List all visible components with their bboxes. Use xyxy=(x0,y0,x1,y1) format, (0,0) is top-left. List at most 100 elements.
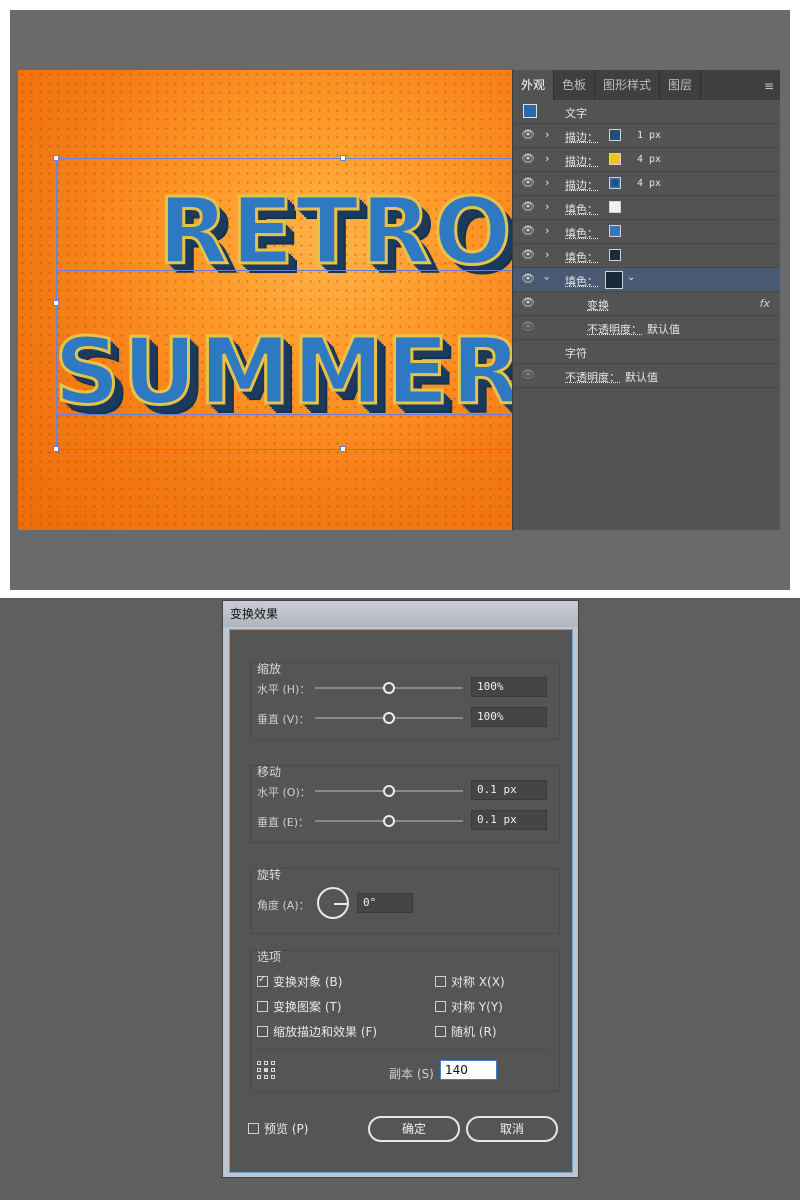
characters-label[interactable]: 字符 xyxy=(565,345,587,361)
stroke-swatch[interactable] xyxy=(609,153,621,165)
scale-vertical-slider[interactable] xyxy=(315,712,463,724)
appearance-row-stroke[interactable]: 👁 › 描边： 1 px xyxy=(513,124,780,148)
dialog-title[interactable]: 变换效果 xyxy=(223,601,578,627)
appearance-row-fill-selected[interactable]: 👁 › 填色： ⌄ xyxy=(513,268,780,292)
stroke-swatch[interactable] xyxy=(609,129,621,141)
random-checkbox[interactable]: 随机 (R) xyxy=(435,1023,497,1040)
move-vertical-slider[interactable] xyxy=(315,815,463,827)
slider-knob[interactable] xyxy=(383,815,395,827)
angle-dial-icon[interactable] xyxy=(317,887,349,919)
move-horizontal-input[interactable]: 0.1 px xyxy=(471,780,547,800)
fill-label[interactable]: 填色： xyxy=(565,273,598,289)
visibility-eye-icon[interactable]: 👁 xyxy=(521,201,535,213)
resize-handle[interactable] xyxy=(340,446,346,452)
stroke-weight[interactable]: 4 px xyxy=(637,154,661,165)
angle-input[interactable]: 0° xyxy=(357,893,413,913)
transform-objects-checkbox[interactable]: 变换对象 (B) xyxy=(257,973,342,990)
reflect-x-checkbox[interactable]: 对称 X(X) xyxy=(435,973,505,990)
scale-strokes-checkbox[interactable]: 缩放描边和效果 (F) xyxy=(257,1023,377,1040)
opacity-label[interactable]: 不透明度： xyxy=(587,321,642,337)
reflect-y-checkbox[interactable]: 对称 Y(Y) xyxy=(435,998,503,1015)
appearance-row-characters[interactable]: 字符 xyxy=(513,340,780,364)
tab-swatches[interactable]: 色板 xyxy=(554,70,596,100)
expand-chevron-icon[interactable]: › xyxy=(545,200,549,213)
tab-layers[interactable]: 图层 xyxy=(660,70,702,100)
visibility-eye-icon[interactable]: 👁 xyxy=(521,369,535,381)
transform-effect-label[interactable]: 变换 xyxy=(587,297,609,313)
stroke-label[interactable]: 描边： xyxy=(565,177,598,193)
appearance-row-fill[interactable]: 👁 › 填色： xyxy=(513,244,780,268)
appearance-row-fill[interactable]: 👁 › 填色： xyxy=(513,220,780,244)
slider-knob[interactable] xyxy=(383,712,395,724)
collapse-chevron-icon[interactable]: › xyxy=(541,276,554,280)
copies-input[interactable]: 140 xyxy=(440,1060,497,1080)
preview-checkbox[interactable]: 预览 (P) xyxy=(248,1120,308,1137)
fx-icon[interactable]: fx xyxy=(760,297,770,310)
cancel-button[interactable]: 取消 xyxy=(466,1116,558,1142)
move-vertical-input[interactable]: 0.1 px xyxy=(471,810,547,830)
visibility-eye-icon[interactable]: 👁 xyxy=(521,249,535,261)
resize-handle[interactable] xyxy=(53,300,59,306)
expand-chevron-icon[interactable]: › xyxy=(545,176,549,189)
tab-graphic-styles[interactable]: 图形样式 xyxy=(595,70,661,100)
resize-handle[interactable] xyxy=(53,446,59,452)
checkbox-box[interactable] xyxy=(435,1026,446,1037)
appearance-row-opacity[interactable]: 👁 不透明度： 默认值 xyxy=(513,364,780,388)
stroke-label[interactable]: 描边： xyxy=(565,153,598,169)
opacity-label[interactable]: 不透明度： xyxy=(565,369,620,385)
expand-chevron-icon[interactable]: › xyxy=(545,152,549,165)
transform-effect-dialog: 变换效果 缩放 水平 (H)： 100% 垂直 (V)： 100% 移动 水平 … xyxy=(222,600,579,1178)
slider-knob[interactable] xyxy=(383,785,395,797)
tab-appearance[interactable]: 外观 xyxy=(513,70,555,100)
appearance-row-transform-effect[interactable]: 👁 变换 fx xyxy=(513,292,780,316)
swatch-dropdown-icon[interactable]: ⌄ xyxy=(627,272,635,283)
panel-menu-icon[interactable]: ≡ xyxy=(764,79,774,93)
expand-chevron-icon[interactable]: › xyxy=(545,248,549,261)
checkbox-box[interactable] xyxy=(435,1001,446,1012)
appearance-header-row[interactable]: 文字 xyxy=(513,100,780,124)
scale-horizontal-slider[interactable] xyxy=(315,682,463,694)
stroke-weight[interactable]: 4 px xyxy=(637,178,661,189)
visibility-eye-icon[interactable]: 👁 xyxy=(521,297,535,309)
appearance-row-opacity[interactable]: 👁 不透明度： 默认值 xyxy=(513,316,780,340)
expand-chevron-icon[interactable]: › xyxy=(545,128,549,141)
appearance-row-stroke[interactable]: 👁 › 描边： 4 px xyxy=(513,172,780,196)
slider-knob[interactable] xyxy=(383,682,395,694)
visibility-eye-icon[interactable]: 👁 xyxy=(521,153,535,165)
selection-bounding-box[interactable] xyxy=(56,158,512,450)
visibility-eye-icon[interactable]: 👁 xyxy=(521,177,535,189)
fill-swatch[interactable] xyxy=(609,249,621,261)
dialog-body: 缩放 水平 (H)： 100% 垂直 (V)： 100% 移动 水平 (O)： … xyxy=(229,629,573,1173)
checkbox-box[interactable] xyxy=(435,976,446,987)
resize-handle[interactable] xyxy=(53,155,59,161)
stroke-label[interactable]: 描边： xyxy=(565,129,598,145)
checkbox-label: 变换对象 (B) xyxy=(273,975,343,989)
fill-label[interactable]: 填色： xyxy=(565,201,598,217)
visibility-eye-icon[interactable]: 👁 xyxy=(521,321,535,333)
stroke-swatch[interactable] xyxy=(609,177,621,189)
checkbox-box[interactable] xyxy=(248,1123,259,1134)
artboard[interactable]: RETRO SUMMER xyxy=(18,70,512,530)
expand-chevron-icon[interactable]: › xyxy=(545,224,549,237)
fill-swatch[interactable] xyxy=(609,201,621,213)
transform-patterns-checkbox[interactable]: 变换图案 (T) xyxy=(257,998,342,1015)
resize-handle[interactable] xyxy=(340,155,346,161)
scale-vertical-input[interactable]: 100% xyxy=(471,707,547,727)
checkbox-box[interactable] xyxy=(257,1026,268,1037)
appearance-row-stroke[interactable]: 👁 › 描边： 4 px xyxy=(513,148,780,172)
stroke-weight[interactable]: 1 px xyxy=(637,130,661,141)
fill-swatch[interactable] xyxy=(609,225,621,237)
visibility-eye-icon[interactable]: 👁 xyxy=(521,225,535,237)
fill-label[interactable]: 填色： xyxy=(565,249,598,265)
fill-swatch[interactable] xyxy=(605,271,623,289)
checkbox-box[interactable] xyxy=(257,1001,268,1012)
visibility-eye-icon[interactable]: 👁 xyxy=(521,273,535,285)
ok-button[interactable]: 确定 xyxy=(368,1116,460,1142)
fill-label[interactable]: 填色： xyxy=(565,225,598,241)
scale-horizontal-input[interactable]: 100% xyxy=(471,677,547,697)
move-horizontal-slider[interactable] xyxy=(315,785,463,797)
reference-point-icon[interactable] xyxy=(257,1061,275,1079)
visibility-eye-icon[interactable]: 👁 xyxy=(521,129,535,141)
appearance-row-fill[interactable]: 👁 › 填色： xyxy=(513,196,780,220)
checkbox-box[interactable] xyxy=(257,974,268,987)
